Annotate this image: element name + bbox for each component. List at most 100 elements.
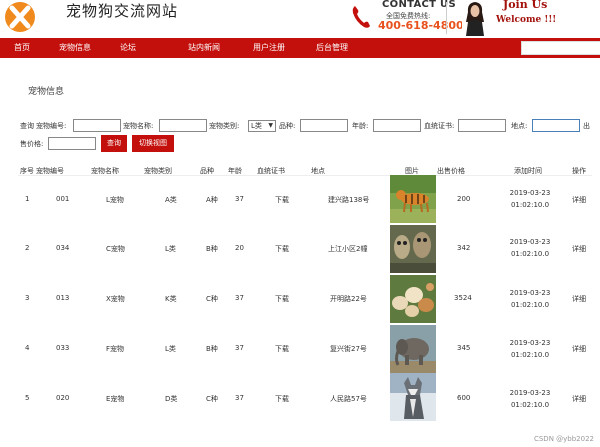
cell-added-date: 2019-03-23 (509, 238, 551, 246)
cell-pet-id: 013 (56, 294, 70, 302)
cell-age: 37 (235, 195, 244, 203)
cell-age: 37 (235, 344, 244, 352)
price-label-part1: 出 (583, 122, 590, 130)
pet-name-label: 宠物名称: (123, 122, 154, 130)
cell-pet-name: C宠物 (106, 245, 125, 253)
nav-search-input[interactable] (521, 41, 600, 55)
chevron-down-icon: ▼ (268, 122, 273, 129)
price-label-part2: 售价格: (20, 140, 44, 148)
switch-view-button[interactable]: 切换视图 (132, 135, 174, 152)
cell-pedigree-download[interactable]: 下载 (275, 344, 289, 354)
cell-added-date: 2019-03-23 (509, 389, 551, 397)
cell-price: 3524 (454, 294, 472, 302)
cell-pedigree-download[interactable]: 下载 (275, 244, 289, 254)
cell-price: 200 (457, 195, 471, 203)
pet-type-label: 宠物类别: (209, 122, 240, 130)
cell-pet-name: X宠物 (106, 295, 125, 303)
contact-phone: 400-618-4800 (378, 19, 464, 32)
cell-pet-type: L类 (165, 245, 176, 253)
site-title: 宠物狗交流网站 (66, 2, 179, 20)
cell-location: 上江小区2幢 (328, 245, 368, 253)
cell-index: 4 (25, 344, 30, 352)
pet-name-input[interactable] (159, 119, 207, 132)
location-input[interactable] (532, 119, 580, 132)
cell-pedigree-download[interactable]: 下载 (275, 195, 289, 205)
welcome-text: Welcome !!! (496, 15, 557, 25)
cell-location: 建兴路138号 (328, 196, 370, 204)
nav-item-news[interactable]: 站内新闻 (188, 42, 220, 53)
cell-breed: C种 (206, 395, 218, 403)
cell-location: 开明路22号 (330, 295, 367, 303)
woman-avatar-image (462, 0, 488, 36)
cell-pet-type: L类 (165, 345, 176, 353)
header-divider (446, 2, 447, 34)
tiger-photo (390, 175, 436, 223)
search-button[interactable]: 查询 (101, 135, 127, 152)
cell-added-date: 2019-03-23 (509, 289, 551, 297)
nav-item-forum[interactable]: 论坛 (120, 42, 136, 53)
age-label: 年龄: (352, 122, 369, 130)
cell-index: 5 (25, 394, 30, 402)
cell-pet-type: K类 (165, 295, 177, 303)
watermark-text: CSDN @ybb2022 (533, 435, 594, 443)
cell-age: 37 (235, 294, 244, 302)
cell-pet-id: 001 (56, 195, 70, 203)
sheep-photo (390, 275, 436, 323)
cell-detail-link[interactable]: 详细 (572, 195, 586, 205)
site-logo-icon (5, 2, 35, 32)
cell-breed: B种 (206, 245, 218, 253)
cell-added-time: 01:02:10.0 (510, 250, 550, 258)
cell-price: 600 (457, 394, 471, 402)
cell-pet-id: 034 (56, 244, 70, 252)
cell-breed: B种 (206, 345, 218, 353)
cell-location: 人民路57号 (330, 395, 367, 403)
cell-pet-type: A类 (165, 196, 177, 204)
location-label: 地点: (511, 122, 528, 130)
cell-detail-link[interactable]: 详细 (572, 244, 586, 254)
cell-price: 345 (457, 344, 471, 352)
query-label: 查询 (20, 122, 34, 130)
cell-pedigree-download[interactable]: 下载 (275, 294, 289, 304)
cell-added-time: 01:02:10.0 (510, 351, 550, 359)
phone-icon (352, 6, 370, 28)
contact-title: CONTACT US (382, 0, 456, 10)
cell-pet-name: F宠物 (106, 345, 125, 353)
cell-added-time: 01:02:10.0 (510, 401, 550, 409)
cell-index: 3 (25, 294, 30, 302)
breed-label: 品种: (279, 122, 296, 130)
pedigree-input[interactable] (458, 119, 506, 132)
cell-pedigree-download[interactable]: 下载 (275, 394, 289, 404)
pet-type-select[interactable]: L类 ▼ (248, 120, 276, 132)
cell-added-date: 2019-03-23 (509, 339, 551, 347)
page-title: 宠物信息 (28, 87, 65, 97)
cell-age: 37 (235, 394, 244, 402)
cell-added-date: 2019-03-23 (509, 189, 551, 197)
cell-detail-link[interactable]: 详细 (572, 344, 586, 354)
cell-added-time: 01:02:10.0 (510, 201, 550, 209)
cell-price: 342 (457, 244, 471, 252)
site-header: 宠物狗交流网站 CONTACT US 全国免费热线: 400-618-4800 … (0, 0, 600, 38)
cell-pet-id: 033 (56, 344, 70, 352)
age-input[interactable] (373, 119, 421, 132)
cell-detail-link[interactable]: 详细 (572, 294, 586, 304)
elephant-photo (390, 325, 436, 373)
main-nav: 首页 宠物信息 论坛 站内新闻 用户注册 后台管理 (0, 38, 600, 58)
pet-id-label: 宠物编号: (36, 122, 67, 130)
cell-detail-link[interactable]: 详细 (572, 394, 586, 404)
join-us-text[interactable]: Join Us (503, 0, 547, 11)
nav-item-home[interactable]: 首页 (14, 42, 30, 53)
nav-item-admin[interactable]: 后台管理 (316, 42, 348, 53)
nav-item-register[interactable]: 用户注册 (253, 42, 285, 53)
price-input[interactable] (48, 137, 96, 150)
cell-pet-name: L宠物 (106, 196, 124, 204)
nav-item-pet-info[interactable]: 宠物信息 (59, 42, 91, 53)
cell-pet-id: 020 (56, 394, 70, 402)
breed-input[interactable] (300, 119, 348, 132)
cell-index: 1 (25, 195, 30, 203)
wolf-photo (390, 373, 436, 421)
pet-id-input[interactable] (73, 119, 121, 132)
cell-age: 20 (235, 244, 244, 252)
cell-breed: C种 (206, 295, 218, 303)
pedigree-label: 血统证书: (424, 122, 455, 130)
cell-location: 复兴街27号 (330, 345, 367, 353)
